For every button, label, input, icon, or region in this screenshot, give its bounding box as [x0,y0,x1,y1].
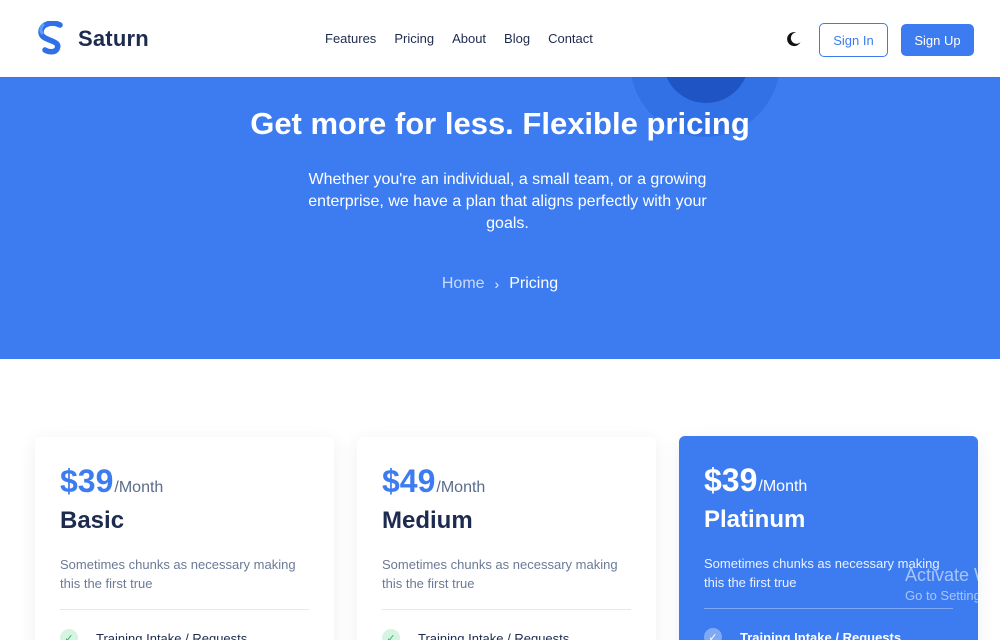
sign-in-button[interactable]: Sign In [819,23,888,57]
nav-link-contact[interactable]: Contact [548,31,593,46]
brand-name: Saturn [78,26,149,51]
plan-price: $39 [60,463,114,499]
price-row: $49 /Month [382,463,485,500]
chevron-right-icon: › [494,276,500,292]
card-divider [60,609,309,610]
plan-period: /Month [758,478,808,495]
logo[interactable]: Saturn [38,21,149,57]
plan-period: /Month [436,479,486,496]
card-divider [382,609,631,610]
hero-banner: Get more for less. Flexible pricing Whet… [0,77,1000,359]
breadcrumb-home-link[interactable]: Home [442,275,485,293]
nav-link-about[interactable]: About [452,31,486,46]
card-divider [704,608,953,609]
plan-price: $39 [704,462,758,498]
sign-up-button[interactable]: Sign Up [901,24,974,56]
plan-description: Sometimes chunks as necessary making thi… [60,557,296,591]
page-title: Get more for less. Flexible pricing [250,106,750,141]
watermark-subtitle: Go to Settings [905,588,988,603]
check-icon: ✓ [704,628,722,640]
pricing-card-medium: $49 /Month Medium Sometimes chunks as ne… [357,437,656,640]
feature-item: ✓ Training Intake / Requests [382,629,569,640]
price-row: $39 /Month [60,463,163,500]
nav-link-features[interactable]: Features [325,31,376,46]
saturn-logo-icon [38,21,63,55]
hero-subtitle: Whether you're an individual, a small te… [308,171,707,232]
feature-item: ✓ Training Intake / Requests [704,628,901,640]
plan-period: /Month [114,479,164,496]
watermark-title: Activate W [905,565,992,585]
check-icon: ✓ [60,629,78,640]
feature-label: Training Intake / Requests [96,630,248,640]
pricing-card-basic: $39 /Month Basic Sometimes chunks as nec… [35,437,334,640]
pricing-card-platinum: $39 /Month Platinum Sometimes chunks as … [679,436,978,640]
navbar: Saturn Features Pricing About Blog Conta… [0,0,1000,77]
plan-name: Platinum [704,506,806,533]
price-row: $39 /Month [704,462,807,499]
breadcrumb: Home › Pricing [0,275,1000,293]
moon-icon[interactable] [784,29,804,49]
breadcrumb-current: Pricing [509,275,559,292]
nav-link-pricing[interactable]: Pricing [394,31,434,46]
activation-watermark: Activate W Go to Settings [905,565,991,603]
plan-name: Medium [382,507,473,534]
plan-name: Basic [60,507,125,534]
plan-price: $49 [382,463,436,499]
check-icon: ✓ [382,629,400,640]
feature-item: ✓ Training Intake / Requests [60,629,247,640]
plan-description: Sometimes chunks as necessary making thi… [382,557,618,591]
main-nav: Features Pricing About Blog Contact [325,31,611,46]
feature-label: Training Intake / Requests [418,630,570,640]
nav-link-blog[interactable]: Blog [504,31,530,46]
feature-label: Training Intake / Requests [740,629,902,640]
